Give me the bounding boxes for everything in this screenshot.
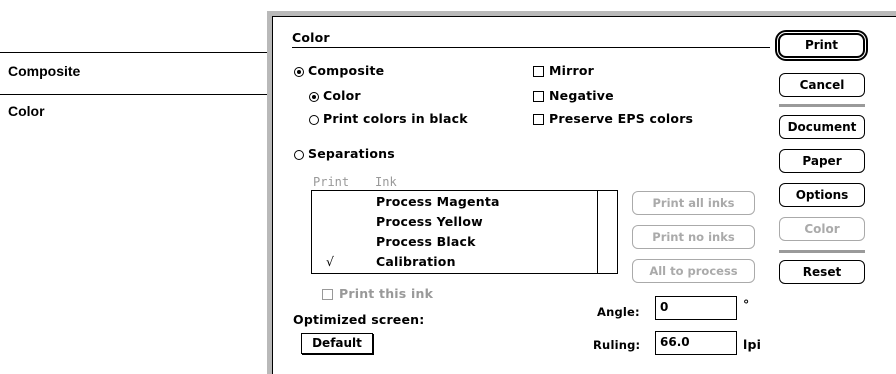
color-section-rule bbox=[292, 47, 770, 48]
print-all-inks-button[interactable]: Print all inks bbox=[632, 191, 755, 215]
print-this-ink-label[interactable]: Print this ink bbox=[339, 286, 433, 301]
print-this-ink-checkbox[interactable] bbox=[322, 289, 333, 300]
window-border-top bbox=[272, 16, 896, 17]
optimized-screen-label: Optimized screen: bbox=[293, 312, 425, 327]
ink-list[interactable]: Process Magenta Process Yellow Process B… bbox=[311, 190, 618, 274]
ink-row[interactable]: Process Yellow bbox=[312, 213, 597, 233]
reset-button-label: Reset bbox=[802, 265, 842, 279]
color-button-label: Color bbox=[804, 222, 840, 236]
angle-unit: ° bbox=[743, 297, 750, 312]
all-to-process-button[interactable]: All to process bbox=[632, 259, 755, 283]
preserve-eps-label[interactable]: Preserve EPS colors bbox=[549, 111, 693, 126]
options-button[interactable]: Options bbox=[779, 183, 865, 207]
callout-composite: Composite bbox=[8, 63, 81, 79]
window-border-left bbox=[272, 16, 273, 374]
document-button-label: Document bbox=[787, 120, 857, 134]
callout-color: Color bbox=[8, 103, 45, 119]
cancel-button[interactable]: Cancel bbox=[779, 73, 865, 97]
reset-button[interactable]: Reset bbox=[779, 260, 865, 284]
print-button[interactable]: Print bbox=[778, 33, 865, 58]
all-to-process-label: All to process bbox=[649, 264, 738, 278]
color-label[interactable]: Color bbox=[323, 88, 361, 103]
ink-list-scrollbar-divider bbox=[597, 191, 598, 273]
color-section-title: Color bbox=[292, 30, 330, 45]
ink-row-name: Process Black bbox=[376, 234, 476, 249]
print-all-inks-label: Print all inks bbox=[652, 196, 735, 210]
ink-row-check: √ bbox=[326, 254, 335, 269]
print-button-label: Print bbox=[804, 38, 839, 52]
negative-checkbox[interactable] bbox=[533, 91, 544, 102]
print-no-inks-label: Print no inks bbox=[652, 230, 735, 244]
composite-radio[interactable] bbox=[294, 67, 304, 77]
ruling-unit: lpi bbox=[743, 337, 762, 352]
print-colors-black-radio[interactable] bbox=[309, 115, 319, 125]
angle-input[interactable]: 0 bbox=[655, 296, 737, 320]
button-group-separator-2 bbox=[779, 250, 865, 253]
composite-label[interactable]: Composite bbox=[308, 63, 384, 78]
screen-popup-value: Default bbox=[312, 336, 362, 350]
ruling-label: Ruling: bbox=[593, 338, 641, 352]
ink-row[interactable]: Process Black bbox=[312, 233, 597, 253]
color-button[interactable]: Color bbox=[779, 217, 865, 241]
screen-popup[interactable]: Default bbox=[301, 333, 373, 354]
options-button-label: Options bbox=[795, 188, 849, 202]
negative-label[interactable]: Negative bbox=[549, 88, 614, 103]
separations-radio[interactable] bbox=[294, 150, 304, 160]
ink-row[interactable]: √ Calibration bbox=[312, 253, 597, 273]
preserve-eps-checkbox[interactable] bbox=[533, 114, 544, 125]
callout-line-composite bbox=[0, 52, 297, 53]
document-button[interactable]: Document bbox=[779, 115, 865, 139]
mirror-checkbox[interactable] bbox=[533, 66, 544, 77]
separations-label[interactable]: Separations bbox=[308, 146, 395, 161]
ink-row-name: Calibration bbox=[376, 254, 456, 269]
paper-button-label: Paper bbox=[802, 154, 842, 168]
ruling-input[interactable]: 66.0 bbox=[655, 331, 737, 355]
ink-row[interactable]: Process Magenta bbox=[312, 193, 597, 213]
print-colors-black-label[interactable]: Print colors in black bbox=[323, 111, 468, 126]
ink-header-print: Print bbox=[313, 175, 350, 189]
callout-line-color bbox=[0, 94, 308, 95]
print-no-inks-button[interactable]: Print no inks bbox=[632, 225, 755, 249]
button-group-separator-1 bbox=[779, 104, 865, 107]
angle-label: Angle: bbox=[597, 305, 640, 319]
color-radio[interactable] bbox=[309, 92, 319, 102]
paper-button[interactable]: Paper bbox=[779, 149, 865, 173]
ink-row-name: Process Magenta bbox=[376, 194, 500, 209]
print-dialog-window: Color Composite Color Print colors in bl… bbox=[267, 11, 896, 374]
mirror-label[interactable]: Mirror bbox=[549, 63, 594, 78]
ink-header-ink: Ink bbox=[375, 175, 397, 189]
ink-row-name: Process Yellow bbox=[376, 214, 483, 229]
cancel-button-label: Cancel bbox=[799, 78, 845, 92]
